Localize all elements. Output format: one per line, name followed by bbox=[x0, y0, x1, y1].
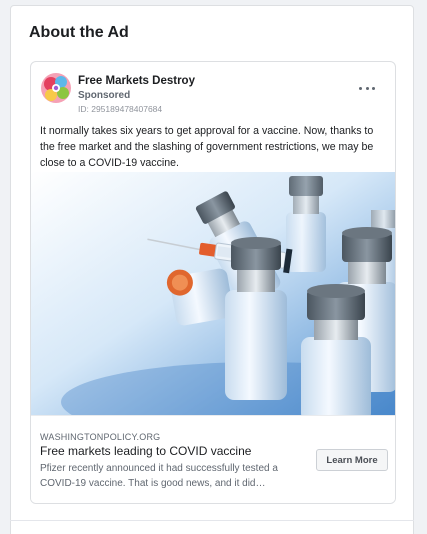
ad-image[interactable] bbox=[31, 172, 395, 415]
ad-body-text: It normally takes six years to get appro… bbox=[40, 125, 374, 169]
page-name[interactable]: Free Markets Destroy bbox=[78, 75, 195, 87]
link-headline[interactable]: Free markets leading to COVID vaccine bbox=[40, 444, 251, 458]
panel-title: About the Ad bbox=[29, 24, 129, 41]
ad-id: ID: 295189478407684 bbox=[78, 104, 163, 114]
more-horizontal-icon[interactable] bbox=[359, 83, 375, 93]
page-avatar[interactable] bbox=[41, 73, 71, 103]
link-domain: WASHINGTONPOLICY.ORG bbox=[40, 432, 161, 442]
link-preview[interactable]: WASHINGTONPOLICY.ORG Free markets leadin… bbox=[31, 415, 395, 503]
section-divider bbox=[10, 520, 414, 521]
about-ad-panel: About the Ad Free Markets Destroy Sponso… bbox=[10, 5, 414, 534]
learn-more-button[interactable]: Learn More bbox=[316, 449, 388, 471]
link-description: Pfizer recently announced it had success… bbox=[40, 463, 278, 489]
ad-preview-card: Free Markets Destroy Sponsored ID: 29518… bbox=[30, 61, 396, 504]
ad-header: Free Markets Destroy Sponsored ID: 29518… bbox=[41, 73, 385, 114]
sponsored-label: Sponsored bbox=[78, 90, 131, 101]
